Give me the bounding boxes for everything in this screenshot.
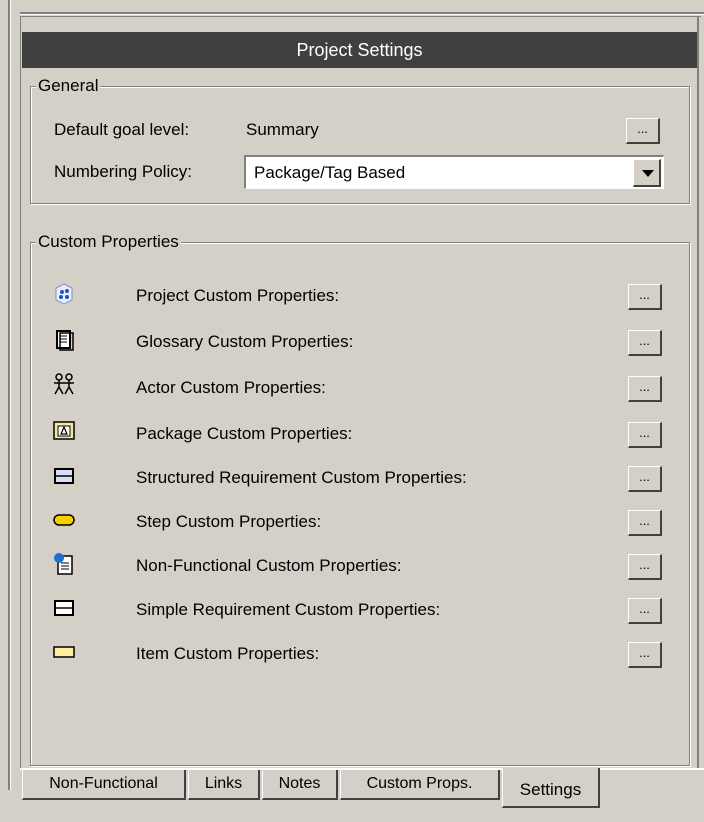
left-divider [8, 0, 11, 790]
dropdown-arrow-icon[interactable] [633, 159, 661, 187]
tab-notes[interactable]: Notes [262, 770, 338, 800]
step-icon [53, 514, 75, 526]
actor-icon [54, 373, 74, 395]
default-goal-level-label: Default goal level: [54, 120, 190, 139]
custom-properties-group [30, 242, 690, 766]
item-custom-properties-label: Item Custom Properties: [136, 644, 320, 663]
step-custom-properties-label: Step Custom Properties: [136, 512, 322, 531]
simple-requirement-custom-properties-button[interactable]: ... [628, 598, 662, 624]
custom-properties-legend: Custom Properties [36, 232, 181, 252]
tabs-trailing-line [600, 768, 704, 770]
tab-non-functional[interactable]: Non-Functional [22, 770, 186, 800]
item-icon [53, 646, 75, 658]
simple-requirement-icon [54, 600, 74, 616]
panel-title: Project Settings [296, 40, 423, 60]
package-custom-properties-label: Package Custom Properties: [136, 424, 353, 443]
top-divider [20, 12, 704, 15]
package-custom-properties-button[interactable]: ... [628, 422, 662, 448]
glossary-custom-properties-label: Glossary Custom Properties: [136, 332, 354, 351]
package-icon [53, 421, 75, 440]
project-icon [55, 283, 73, 305]
glossary-custom-properties-button[interactable]: ... [628, 330, 662, 356]
default-goal-level-button[interactable]: ... [626, 118, 660, 144]
panel-title-bar: Project Settings [22, 32, 697, 68]
non-functional-icon [54, 553, 73, 575]
structured-requirement-custom-properties-label: Structured Requirement Custom Properties… [136, 468, 467, 487]
tab-links[interactable]: Links [188, 770, 260, 800]
actor-custom-properties-button[interactable]: ... [628, 376, 662, 402]
simple-requirement-custom-properties-label: Simple Requirement Custom Properties: [136, 600, 441, 619]
numbering-policy-label: Numbering Policy: [54, 162, 192, 181]
non-functional-custom-properties-button[interactable]: ... [628, 554, 662, 580]
glossary-icon [56, 330, 74, 351]
tab-settings[interactable]: Settings [502, 768, 600, 808]
panel-right-edge [697, 16, 699, 768]
project-custom-properties-button[interactable]: ... [628, 284, 662, 310]
default-goal-level-value: Summary [246, 120, 319, 139]
numbering-policy-value: Package/Tag Based [254, 163, 406, 182]
actor-custom-properties-label: Actor Custom Properties: [136, 378, 326, 397]
non-functional-custom-properties-label: Non-Functional Custom Properties: [136, 556, 402, 575]
step-custom-properties-button[interactable]: ... [628, 510, 662, 536]
tab-custom-props[interactable]: Custom Props. [340, 770, 500, 800]
numbering-policy-select[interactable]: Package/Tag Based [244, 155, 664, 189]
general-legend: General [36, 76, 101, 96]
structured-requirement-icon [54, 468, 74, 484]
project-custom-properties-label: Project Custom Properties: [136, 286, 340, 305]
item-custom-properties-button[interactable]: ... [628, 642, 662, 668]
structured-requirement-custom-properties-button[interactable]: ... [628, 466, 662, 492]
